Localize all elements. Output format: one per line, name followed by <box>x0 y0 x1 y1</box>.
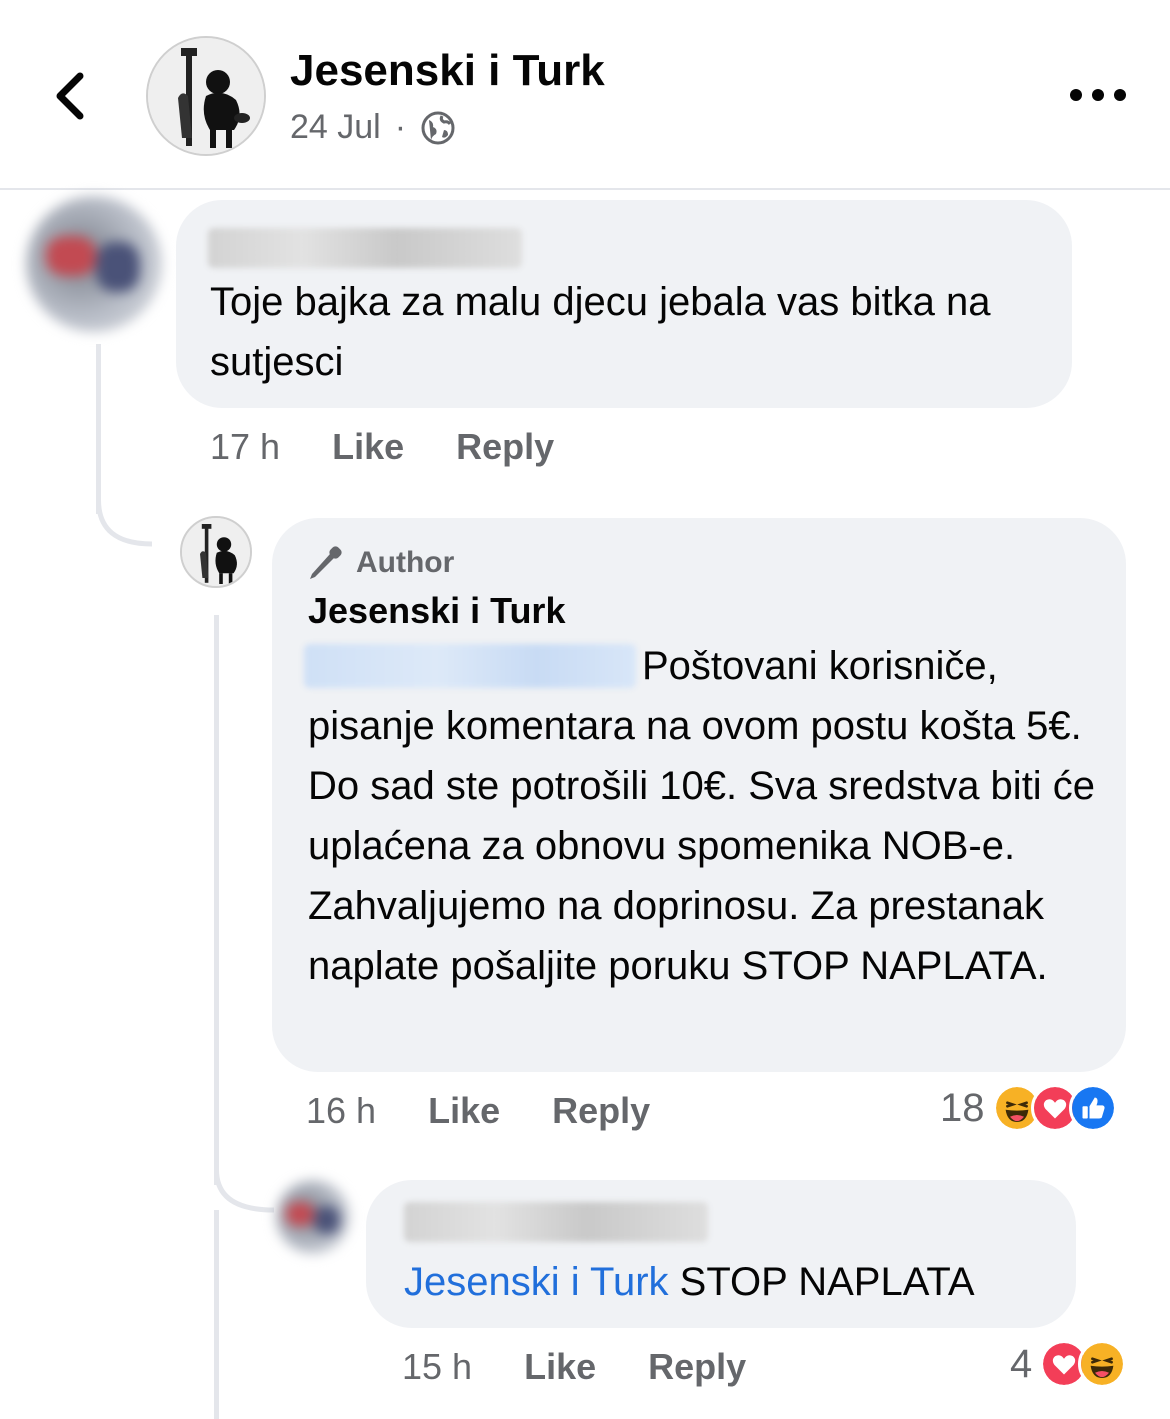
globe-icon <box>421 111 455 144</box>
comment-text: Toje bajka za malu djecu jebala vas bitk… <box>210 280 991 384</box>
comment-bubble: Toje bajka za malu djecu jebala vas bitk… <box>176 200 1072 408</box>
reaction-count: 4 <box>1010 1341 1033 1386</box>
thread-line-reply-lower <box>214 1210 219 1419</box>
commenter-avatar[interactable] <box>26 196 162 332</box>
reaction-count: 18 <box>940 1085 985 1130</box>
comment-actions: 15 h Like Reply <box>402 1346 746 1388</box>
like-icon <box>1068 1084 1117 1132</box>
thread-connector <box>214 1170 275 1213</box>
commenter-name-blurred[interactable] <box>208 228 522 268</box>
more-dot-icon <box>1114 89 1126 101</box>
comment-text: Poštovani korisniče, pisanje komentara n… <box>308 644 1096 988</box>
commenter-name-blurred[interactable] <box>404 1202 708 1242</box>
reaction-summary[interactable]: 4 <box>1010 1340 1127 1388</box>
page-avatar-illustration <box>148 38 264 154</box>
comment-time[interactable]: 16 h <box>306 1090 376 1132</box>
author-badge-label: Author <box>356 546 455 579</box>
page-name[interactable]: Jesenski i Turk <box>290 46 605 96</box>
reaction-summary[interactable]: 18 <box>940 1084 1117 1132</box>
back-button[interactable] <box>48 68 96 124</box>
reply-button[interactable]: Reply <box>648 1346 746 1388</box>
author-name[interactable]: Jesenski i Turk <box>308 590 565 632</box>
comment-bubble-author: Author Jesenski i Turk Poštovani korisni… <box>272 518 1126 1072</box>
more-dot-icon <box>1092 89 1104 101</box>
comment-time[interactable]: 15 h <box>402 1346 472 1388</box>
like-button[interactable]: Like <box>428 1090 500 1132</box>
commenter-avatar[interactable] <box>276 1180 350 1254</box>
page-avatar[interactable] <box>146 36 266 156</box>
comment-actions: 17 h Like Reply <box>210 426 554 468</box>
reply-button[interactable]: Reply <box>456 426 554 468</box>
more-dot-icon <box>1070 89 1082 101</box>
more-options-button[interactable] <box>1070 80 1126 110</box>
comment-text: STOP NAPLATA <box>679 1260 975 1304</box>
like-button[interactable]: Like <box>524 1346 596 1388</box>
author-avatar-illustration <box>182 518 250 586</box>
haha-icon <box>1078 1340 1127 1388</box>
post-meta: 24 Jul · <box>290 108 456 147</box>
thread-line-main <box>96 344 101 514</box>
like-button[interactable]: Like <box>332 426 404 468</box>
comment-bubble: Jesenski i Turk STOP NAPLATA <box>366 1180 1076 1328</box>
reply-button[interactable]: Reply <box>552 1090 650 1132</box>
comment-time[interactable]: 17 h <box>210 426 280 468</box>
mention-link[interactable]: Jesenski i Turk <box>404 1260 669 1304</box>
comment-actions: 16 h Like Reply <box>306 1090 650 1132</box>
pencil-mic-icon <box>310 546 342 579</box>
chevron-left-icon <box>56 72 84 120</box>
author-avatar[interactable] <box>180 516 252 588</box>
meta-separator: · <box>394 108 407 146</box>
comment-text-line: Jesenski i Turk STOP NAPLATA <box>404 1252 975 1312</box>
post-date[interactable]: 24 Jul <box>290 108 381 147</box>
author-badge: Author <box>306 544 454 582</box>
thread-connector <box>96 500 153 547</box>
post-header: Jesenski i Turk 24 Jul · <box>0 0 1170 190</box>
thread-line-reply <box>214 615 219 1185</box>
